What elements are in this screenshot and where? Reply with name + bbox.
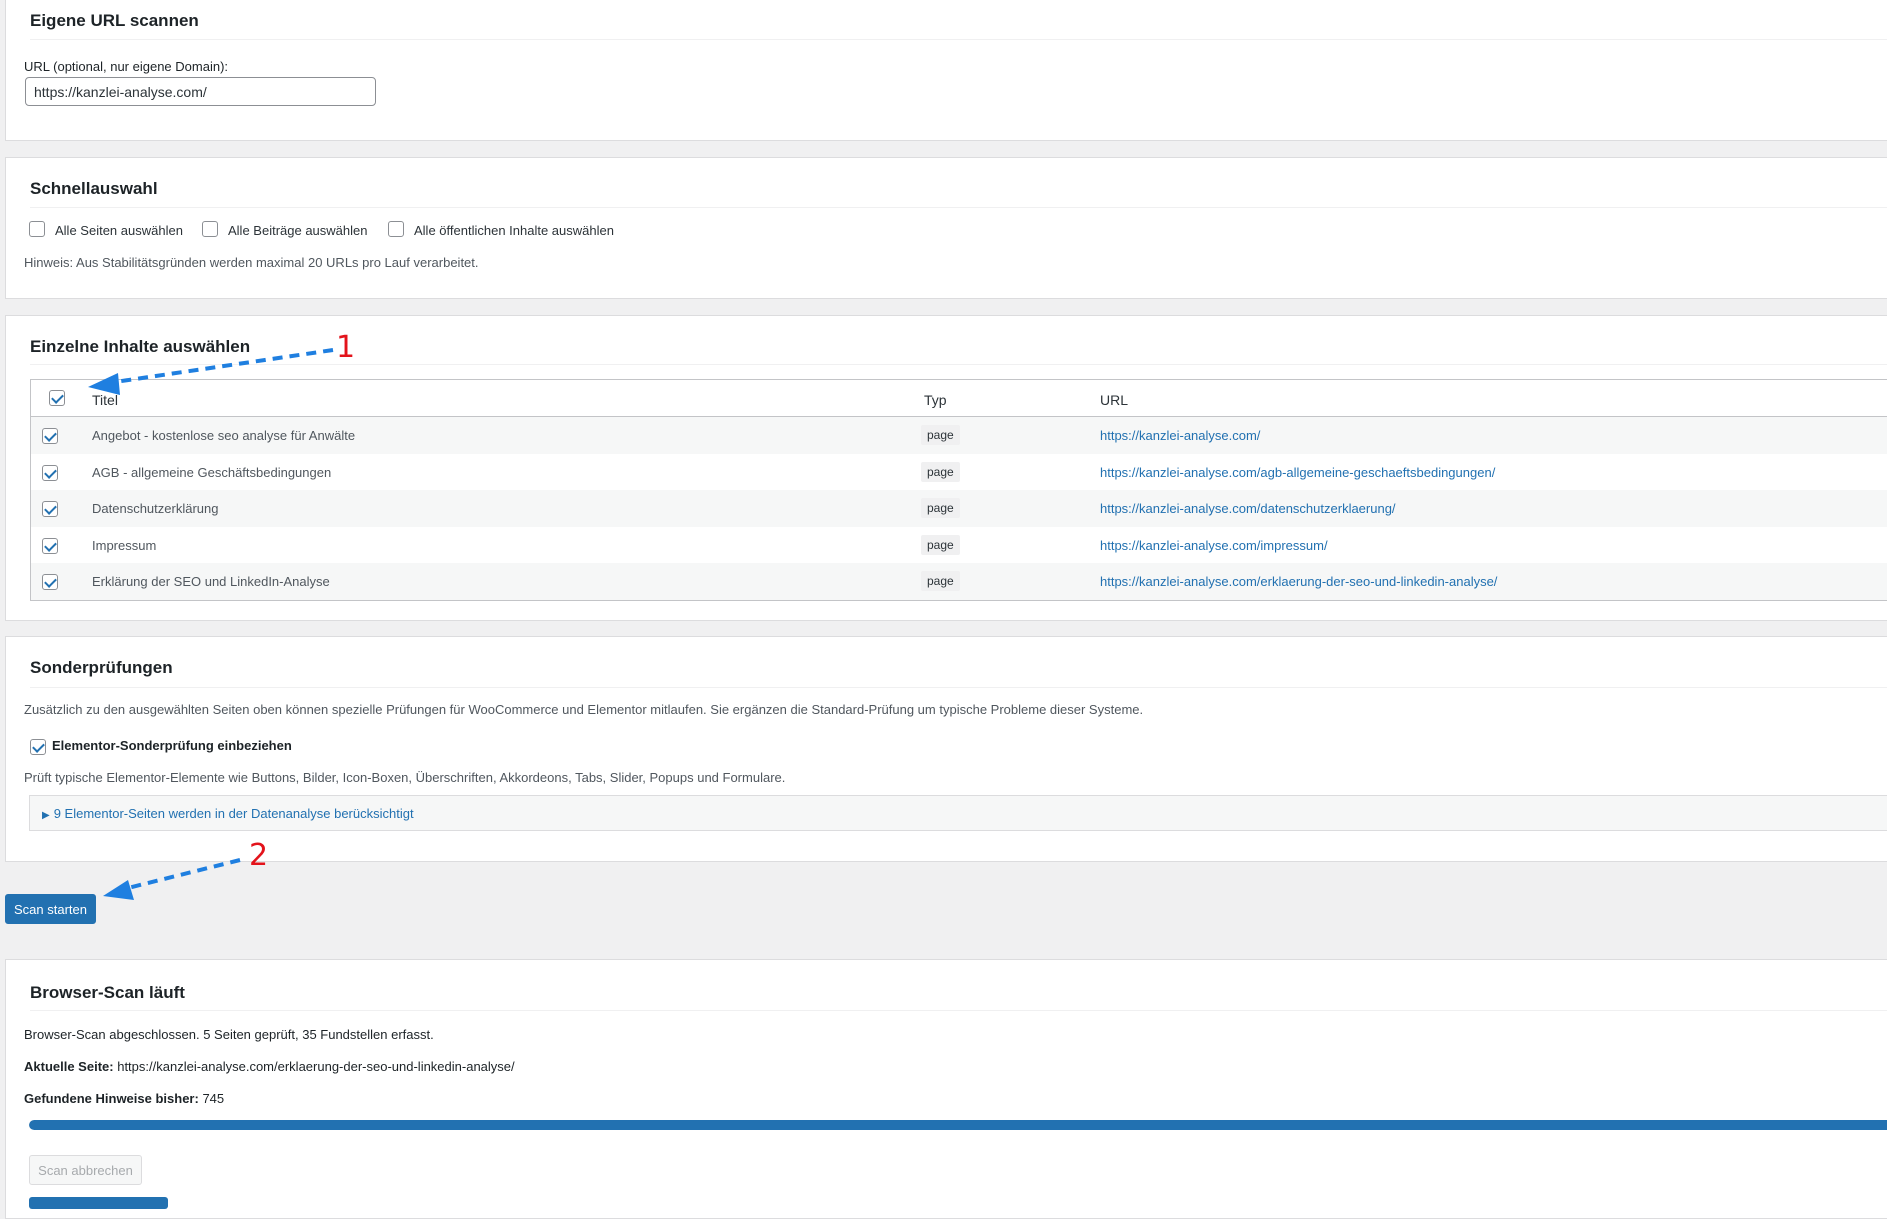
special-checks-title: Sonderprüfungen xyxy=(30,658,173,677)
column-header-title: Titel xyxy=(92,392,118,408)
table-row: Datenschutzerklärung page https://kanzle… xyxy=(31,490,1887,527)
annotation-number-1: 1 xyxy=(336,330,356,365)
type-badge: page xyxy=(921,498,960,518)
url-scan-title: Eigene URL scannen xyxy=(30,11,199,30)
divider xyxy=(30,39,1887,40)
scan-cancel-button[interactable]: Scan abbrechen xyxy=(29,1155,142,1185)
row-title: Angebot - kostenlose seo analyse für Anw… xyxy=(92,428,356,443)
select-all-posts-checkbox[interactable] xyxy=(202,221,218,237)
select-all-rows-checkbox[interactable] xyxy=(49,390,65,406)
select-items-title: Einzelne Inhalte auswählen xyxy=(30,337,251,356)
select-all-posts-label: Alle Beiträge auswählen xyxy=(228,223,368,238)
row-title: Impressum xyxy=(92,538,157,553)
url-scan-card: Eigene URL scannen xyxy=(5,0,1887,141)
select-all-public-label: Alle öffentlichen Inhalte auswählen xyxy=(414,223,614,238)
row-url-link[interactable]: https://kanzlei-analyse.com/datenschutze… xyxy=(1100,501,1396,516)
elementor-pages-details[interactable]: ▶ 9 Elementor-Seiten werden in der Datena… xyxy=(29,795,1887,831)
special-checks-description: Zusätzlich zu den ausgewählten Seiten ob… xyxy=(24,702,1144,717)
url-input[interactable] xyxy=(25,77,376,106)
found-hints-value: 745 xyxy=(202,1091,225,1106)
table-row: AGB - allgemeine Geschäftsbedingungen pa… xyxy=(31,454,1887,491)
table-header: Titel Typ URL xyxy=(31,380,1887,417)
row-checkbox[interactable] xyxy=(42,465,58,481)
select-all-public-checkbox[interactable] xyxy=(388,221,404,237)
table-row: Angebot - kostenlose seo analyse für Anw… xyxy=(31,417,1887,454)
row-title: Erklärung der SEO und LinkedIn-Analyse xyxy=(92,574,330,589)
current-page-value: https://kanzlei-analyse.com/erklaerung-d… xyxy=(117,1059,515,1074)
row-title: AGB - allgemeine Geschäftsbedingungen xyxy=(92,465,332,480)
quick-select-title: Schnellauswahl xyxy=(30,179,158,198)
partially-visible-button[interactable] xyxy=(29,1197,168,1209)
current-page-label: Aktuelle Seite: xyxy=(24,1059,114,1074)
scan-status-text: Browser-Scan abgeschlossen. 5 Seiten gep… xyxy=(24,1027,434,1042)
type-badge: page xyxy=(921,571,960,591)
row-url-link[interactable]: https://kanzlei-analyse.com/impressum/ xyxy=(1100,538,1328,553)
divider xyxy=(30,364,1887,365)
triangle-right-icon: ▶ xyxy=(42,810,50,821)
divider xyxy=(30,687,1887,688)
arrow-2-line xyxy=(119,858,241,892)
details-summary[interactable]: ▶ 9 Elementor-Seiten werden in der Datena… xyxy=(42,806,414,821)
row-checkbox[interactable] xyxy=(42,574,58,590)
select-items-card: Einzelne Inhalte auswählen Titel Typ URL… xyxy=(5,315,1887,621)
type-badge: page xyxy=(921,535,960,555)
elementor-checkbox-label[interactable]: Elementor-Sonderprüfung einbeziehen xyxy=(52,738,292,753)
row-checkbox[interactable] xyxy=(42,538,58,554)
type-badge: page xyxy=(921,462,960,482)
scan-start-button[interactable]: Scan starten xyxy=(5,894,96,924)
select-all-pages-label: Alle Seiten auswählen xyxy=(55,223,183,238)
url-field-label: URL (optional, nur eigene Domain): xyxy=(24,59,229,74)
items-table: Titel Typ URL Angebot - kostenlose seo a… xyxy=(30,379,1887,601)
column-header-url: URL xyxy=(1100,392,1129,408)
browser-scan-title: Browser-Scan läuft xyxy=(30,983,185,1002)
current-page-line: Aktuelle Seite: https://kanzlei-analyse.… xyxy=(24,1059,515,1074)
arrow-2-head xyxy=(103,880,134,900)
select-all-pages-checkbox[interactable] xyxy=(29,221,45,237)
divider xyxy=(30,1010,1887,1011)
details-summary-text: 9 Elementor-Seiten werden in der Datenan… xyxy=(53,806,414,821)
row-checkbox[interactable] xyxy=(42,428,58,444)
row-url-link[interactable]: https://kanzlei-analyse.com/erklaerung-d… xyxy=(1100,574,1497,589)
found-hints-label: Gefundene Hinweise bisher: xyxy=(24,1091,199,1106)
column-header-type: Typ xyxy=(924,392,947,408)
row-url-link[interactable]: https://kanzlei-analyse.com/agb-allgemei… xyxy=(1100,465,1495,480)
browser-scan-card: Browser-Scan läuft xyxy=(5,959,1887,1219)
table-row: Erklärung der SEO und LinkedIn-Analyse p… xyxy=(31,563,1887,600)
table-row: Impressum page https://kanzlei-analyse.c… xyxy=(31,527,1887,564)
row-url-link[interactable]: https://kanzlei-analyse.com/ xyxy=(1100,428,1260,443)
type-badge: page xyxy=(921,425,960,445)
found-hints-line: Gefundene Hinweise bisher: 745 xyxy=(24,1091,224,1106)
limit-hint: Hinweis: Aus Stabilitätsgründen werden m… xyxy=(24,255,479,270)
divider xyxy=(30,207,1887,208)
elementor-description: Prüft typische Elementor-Elemente wie Bu… xyxy=(24,770,786,785)
elementor-checkbox[interactable] xyxy=(30,739,46,755)
scan-progress-bar xyxy=(29,1120,1887,1130)
row-checkbox[interactable] xyxy=(42,501,58,517)
annotation-number-2: 2 xyxy=(249,838,269,873)
scan-progress-fill xyxy=(29,1120,1887,1130)
row-title: Datenschutzerklärung xyxy=(92,501,219,516)
